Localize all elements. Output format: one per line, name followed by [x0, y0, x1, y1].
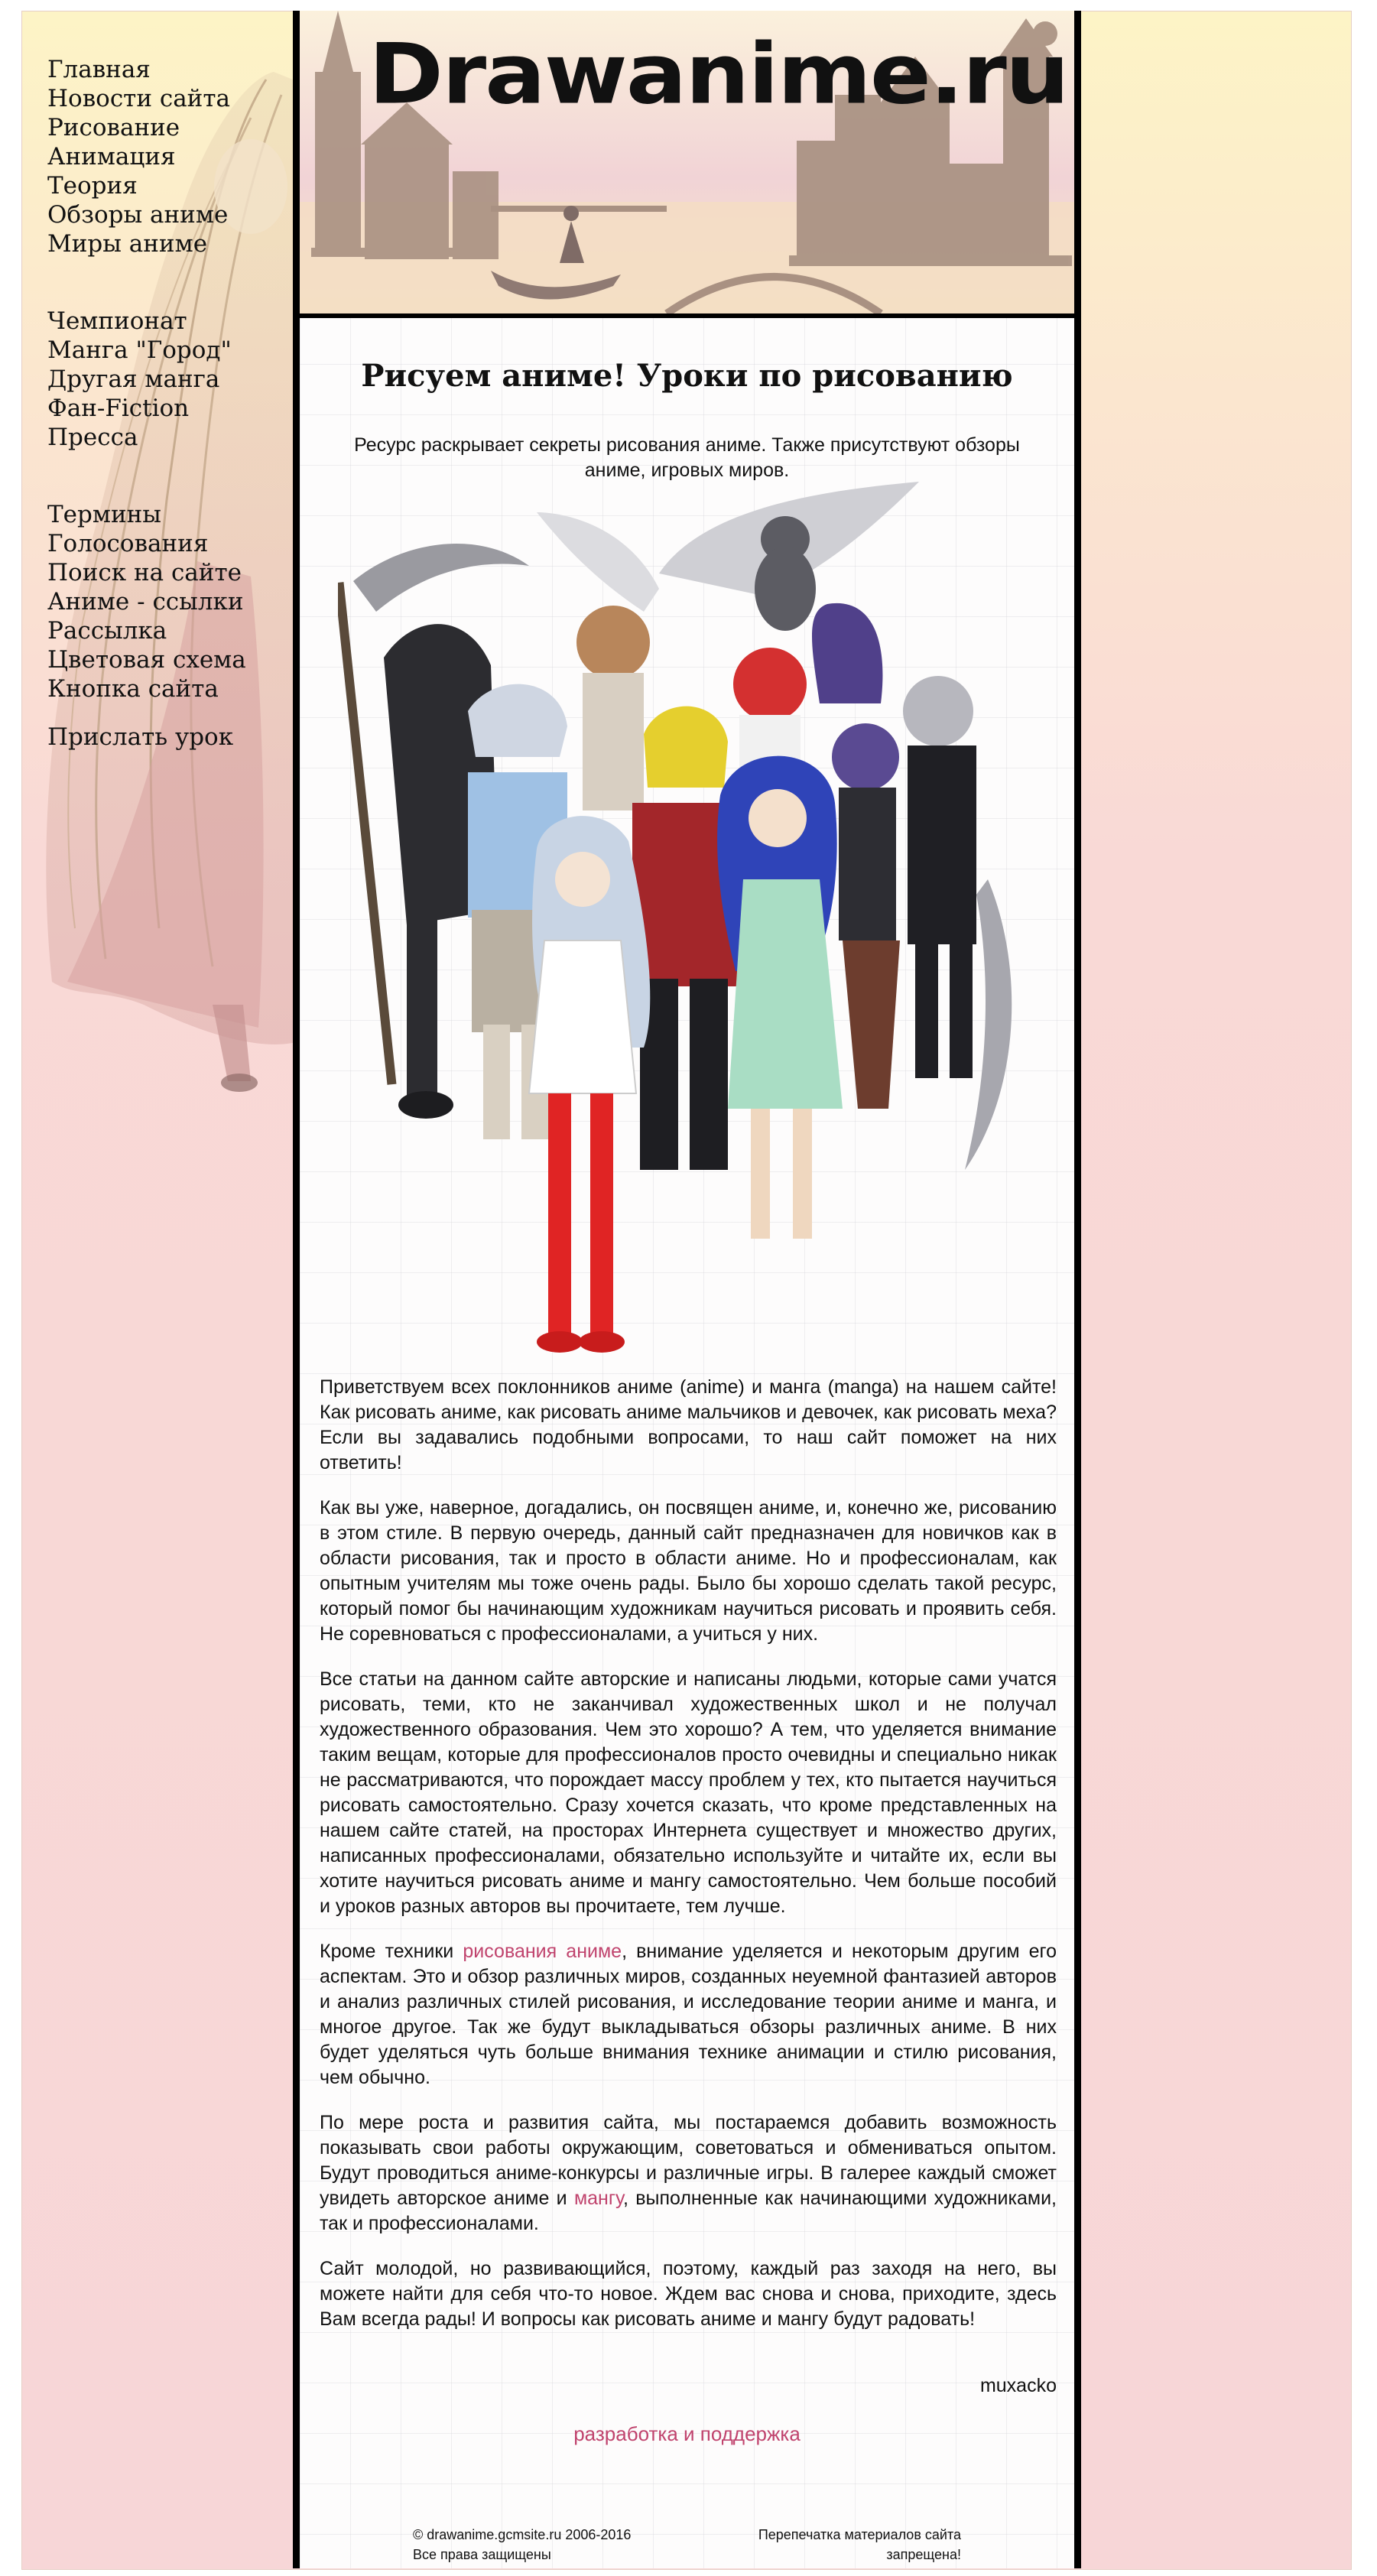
nav-item-site-search[interactable]: Поиск на сайте [47, 558, 246, 587]
nav-group-main: Главная Новости сайта Рисование Анимация… [47, 55, 230, 258]
paragraph-techniques: Кроме техники рисования аниме, внимание … [320, 1939, 1057, 2090]
link-anime-drawing[interactable]: рисования аниме [463, 1941, 622, 1962]
article-body: Приветствуем всех поклонников аниме (ani… [320, 1375, 1057, 2352]
author-signature: muxacko [979, 2375, 1057, 2396]
header-divider [300, 313, 1074, 318]
nav-item-drawing[interactable]: Рисование [47, 113, 230, 142]
intro-text: Ресурс раскрывает секреты рисования аним… [354, 434, 1020, 481]
footer-reprint-notice: Перепечатка материалов сайта запрещена! [743, 2525, 961, 2565]
nav-item-mailing[interactable]: Рассылка [47, 616, 246, 645]
nav-item-other-manga[interactable]: Другая манга [47, 365, 232, 394]
reprint-text: Перепечатка материалов сайта [758, 2527, 961, 2542]
main-border-right [1074, 11, 1081, 2568]
main-border-left [293, 11, 300, 2568]
nav-group-submit: Прислать урок [47, 723, 233, 752]
reprint-text-end: запрещена! [886, 2547, 961, 2562]
paragraph-authors: Все статьи на данном сайте авторские и н… [320, 1668, 1057, 1917]
footer-copyright: © drawanime.gcmsite.ru 2006-2016 Все пра… [413, 2525, 631, 2565]
nav-item-manga-city[interactable]: Манга "Город" [47, 336, 232, 365]
paragraph-growth: По мере роста и развития сайта, мы поста… [320, 2110, 1057, 2237]
development-support-link[interactable]: разработка и поддержка [300, 2422, 1074, 2446]
nav-item-polls[interactable]: Голосования [47, 529, 246, 558]
site-logo[interactable]: Drawanime.ru [369, 26, 1070, 123]
nav-item-animation[interactable]: Анимация [47, 142, 230, 171]
paragraph-text: Кроме техники [320, 1941, 463, 1962]
nav-item-color-scheme[interactable]: Цветовая схема [47, 645, 246, 674]
nav-item-news[interactable]: Новости сайта [47, 84, 230, 113]
anime-characters-group-illustration [338, 482, 1012, 1353]
nav-item-anime-links[interactable]: Аниме - ссылки [47, 587, 246, 616]
nav-item-anime-worlds[interactable]: Миры аниме [47, 229, 230, 258]
nav-item-press[interactable]: Пресса [47, 423, 232, 452]
copyright-text: © drawanime.gcmsite.ru 2006-2016 [413, 2527, 632, 2542]
nav-item-terms[interactable]: Термины [47, 500, 246, 529]
nav-item-championship[interactable]: Чемпионат [47, 307, 232, 336]
sidebar: Главная Новости сайта Рисование Анимация… [21, 11, 293, 1142]
nav-item-anime-reviews[interactable]: Обзоры аниме [47, 200, 230, 229]
nav-item-theory[interactable]: Теория [47, 171, 230, 200]
nav-group-service: Термины Голосования Поиск на сайте Аниме… [47, 500, 246, 703]
main-content: Drawanime.ru Рисуем аниме! Уроки по рисо… [300, 11, 1074, 2568]
nav-item-home[interactable]: Главная [47, 55, 230, 84]
paragraph-about: Как вы уже, наверное, догадались, он пос… [320, 1497, 1057, 1645]
nav-item-send-lesson[interactable]: Прислать урок [47, 723, 233, 752]
nav-item-site-button[interactable]: Кнопка сайта [47, 674, 246, 703]
nav-group-projects: Чемпионат Манга "Город" Другая манга Фан… [47, 307, 232, 452]
paragraph-welcome: Приветствуем всех поклонников аниме (ani… [320, 1376, 1057, 1473]
page-title: Рисуем аниме! Уроки по рисованию [361, 358, 1013, 394]
paragraph-text: , внимание уделяется и некоторым другим … [320, 1941, 1057, 2088]
link-manga[interactable]: мангу [574, 2188, 623, 2209]
nav-item-fan-fiction[interactable]: Фан-Fiction [47, 394, 232, 423]
rights-text: Все права защищены [413, 2547, 551, 2562]
paragraph-closing: Сайт молодой, но развивающийся, поэтому,… [320, 2258, 1057, 2330]
site-header: Drawanime.ru [300, 11, 1074, 313]
